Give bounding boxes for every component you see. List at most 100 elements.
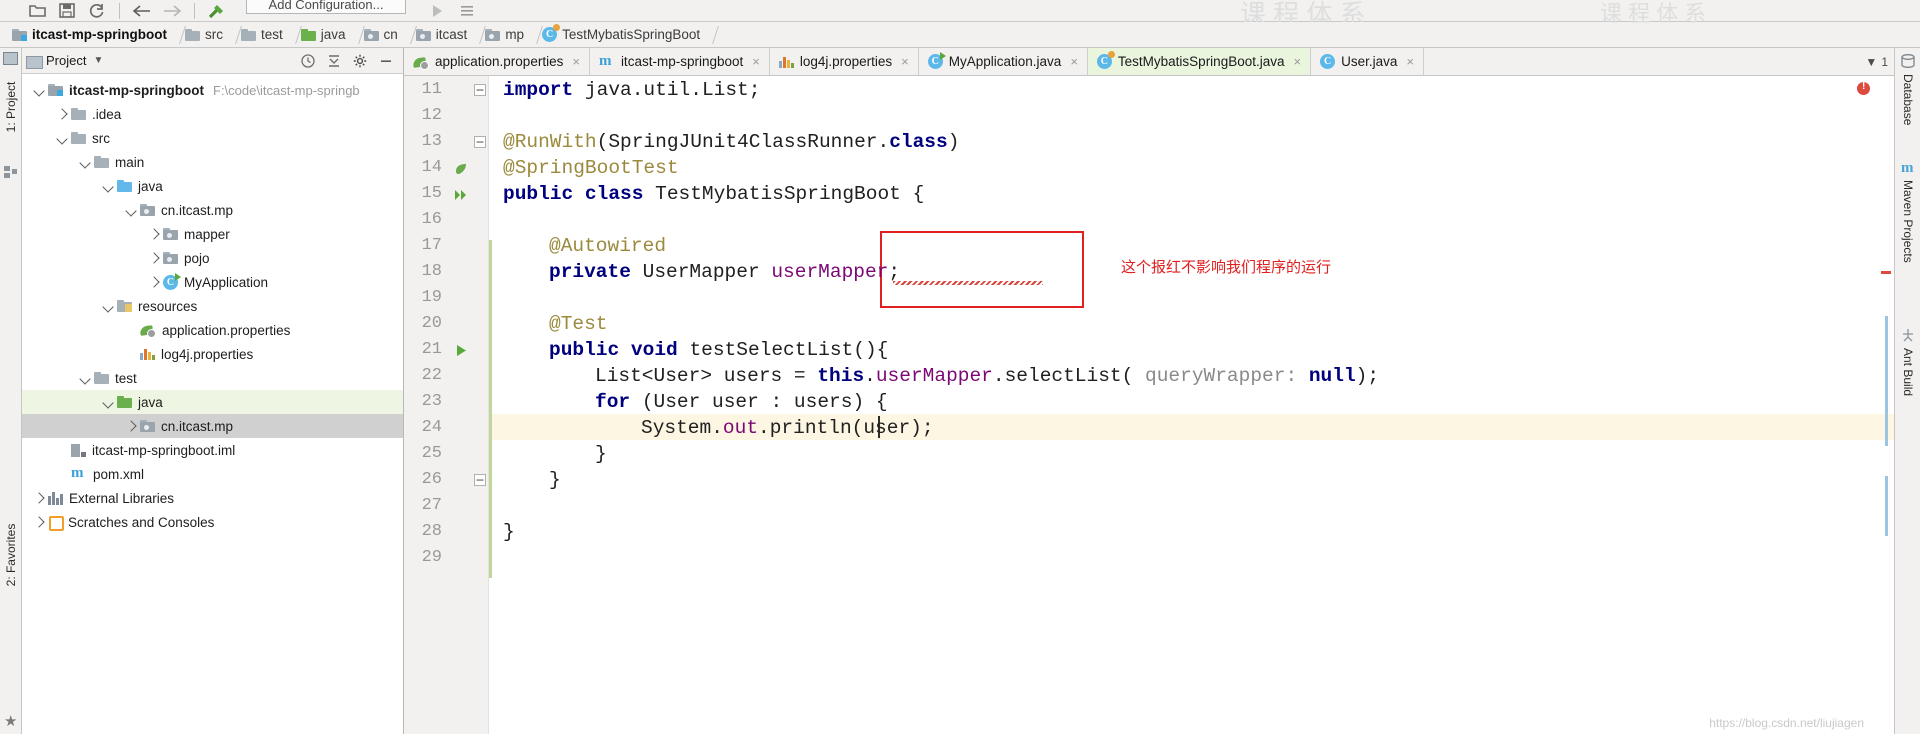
sidebar-item-ant-build[interactable]: Ant Build [1901,348,1915,396]
sidebar-item-favorites[interactable]: 2: Favorites [4,520,18,590]
tree-row-java[interactable]: java [22,174,403,198]
sync-icon[interactable] [82,1,112,21]
code-content[interactable]: 这个报红不影响我们程序的运行 https://blog.csdn.net/liu… [489,76,1894,734]
tab-overflow-icon[interactable]: ▼ [1865,55,1877,69]
code-line: @Test [549,313,608,335]
collapse-history-icon[interactable] [295,49,321,73]
breadcrumb-item-mp[interactable]: mp [483,22,528,48]
close-icon[interactable]: × [1406,54,1414,69]
tree-row-itcast-mp-springboot[interactable]: itcast-mp-springboot F:\code\itcast-mp-sp… [22,78,403,102]
editor-gutter[interactable]: 11 12 13 14 15 16 17 18 19 20 21 22 23 24 25 26 27 28 29 [404,76,489,734]
breadcrumb-item-src[interactable]: src [183,22,227,48]
editor-tab-myapplication-java[interactable]: C MyApplication.java × [918,48,1088,75]
tree-row-itcast-mp-springboot-iml[interactable]: itcast-mp-springboot.iml [22,438,403,462]
chevron-down-icon[interactable] [76,366,94,390]
structure-icon[interactable] [4,166,17,182]
breadcrumb-item-java[interactable]: java [299,22,350,48]
tree-row-scratches-and-consoles[interactable]: Scratches and Consoles [22,510,403,534]
folder-icon [94,372,109,384]
back-arrow-icon[interactable] [127,1,157,21]
star-icon[interactable]: ★ [4,712,17,730]
tree-row-pojo[interactable]: pojo [22,246,403,270]
breadcrumb-item-cn[interactable]: cn [362,22,402,48]
tree-row-log4j-properties[interactable]: log4j.properties [22,342,403,366]
sidebar-item-database[interactable]: Database [1901,74,1915,125]
chevron-down-icon[interactable] [99,174,117,198]
chevron-right-icon[interactable] [30,486,48,510]
tree-row--idea[interactable]: .idea [22,102,403,126]
chevron-right-icon[interactable] [145,246,163,270]
tree-row-myapplication[interactable]: C MyApplication [22,270,403,294]
breadcrumb-item-itcast[interactable]: itcast [414,22,472,48]
spring-leaf-icon[interactable] [450,162,472,179]
open-folder-icon[interactable] [22,1,52,21]
error-indicator-icon[interactable] [1857,81,1870,95]
breadcrumb-item-test[interactable]: test [239,22,287,48]
project-panel: Project ▼ itcast-mp-springboot F:\code\it… [22,48,404,734]
chevron-down-icon[interactable] [122,198,140,222]
close-icon[interactable]: × [752,54,760,69]
run-all-tests-icon[interactable] [450,188,472,205]
editor-tab-log4j-properties[interactable]: log4j.properties × [769,48,919,75]
fold-collapse-icon[interactable] [472,474,488,490]
editor-tab-itcast-mp-springboot[interactable]: m itcast-mp-springboot × [589,48,770,75]
ant-build-tool-icon[interactable] [1901,328,1915,345]
code-token: List<User> users = [595,365,818,387]
more-options-icon[interactable] [452,1,482,21]
editor-tab-overflow[interactable]: ▼ 1 [1424,48,1894,75]
tree-row-cn-itcast-mp[interactable]: cn.itcast.mp [22,414,403,438]
tree-row-pom-xml[interactable]: m pom.xml [22,462,403,486]
settings-gear-icon[interactable] [347,49,373,73]
code-line: List<User> users = this.userMapper.selec… [595,365,1379,387]
tree-row-java[interactable]: java [22,390,403,414]
breadcrumb-item-class[interactable]: C TestMybatisSpringBoot [540,22,704,48]
chevron-right-icon[interactable] [53,102,71,126]
breadcrumb-item-project[interactable]: itcast-mp-springboot [10,22,171,48]
tree-row-src[interactable]: src [22,126,403,150]
chevron-right-icon[interactable] [145,222,163,246]
chevron-down-icon[interactable] [76,150,94,174]
line-number: 19 [421,288,442,307]
tree-row-resources[interactable]: resources [22,294,403,318]
build-hammer-icon[interactable] [202,1,232,21]
editor-tab-user-java[interactable]: C User.java × [1311,48,1424,75]
database-tool-icon[interactable] [1901,54,1915,71]
save-icon[interactable] [52,1,82,21]
chevron-down-icon[interactable] [99,294,117,318]
code-token: } [549,469,561,491]
fold-collapse-icon[interactable] [472,136,488,152]
chevron-right-icon[interactable] [30,510,48,534]
close-icon[interactable]: × [901,54,909,69]
chevron-down-icon[interactable] [99,390,117,414]
editor-tab-application-properties[interactable]: application.properties × [404,48,590,75]
close-icon[interactable]: × [1294,54,1302,69]
chevron-right-icon[interactable] [145,270,163,294]
external-libraries-icon [48,491,63,505]
run-test-icon[interactable] [450,344,472,360]
tab-overflow-count: 1 [1881,54,1888,69]
tree-row-test[interactable]: test [22,366,403,390]
maven-tool-icon[interactable]: m [1901,160,1914,177]
close-icon[interactable]: × [1070,54,1078,69]
tree-row-external-libraries[interactable]: External Libraries [22,486,403,510]
fold-collapse-icon[interactable] [472,84,488,100]
tree-row-main[interactable]: main [22,150,403,174]
sidebar-item-project[interactable]: 1: Project [4,72,18,142]
chevron-down-icon[interactable]: ▼ [93,55,103,66]
tree-row-mapper[interactable]: mapper [22,222,403,246]
tree-row-application-properties[interactable]: application.properties [22,318,403,342]
tree-row-cn-itcast-mp[interactable]: cn.itcast.mp [22,198,403,222]
run-play-icon[interactable] [422,1,452,21]
collapse-all-icon[interactable] [321,49,347,73]
editor-tab-testmybatisspringboot-java[interactable]: C TestMybatisSpringBoot.java × [1087,48,1312,75]
chevron-down-icon[interactable] [30,78,48,102]
hide-minus-icon[interactable] [373,49,399,73]
project-tool-icon[interactable] [3,52,19,66]
close-icon[interactable]: × [572,54,580,69]
run-configuration-selector[interactable]: Add Configuration... [246,0,406,14]
chevron-down-icon[interactable] [53,126,71,150]
sidebar-item-maven-projects[interactable]: Maven Projects [1901,180,1915,263]
code-line: public void testSelectList(){ [549,339,888,361]
chevron-right-icon[interactable] [122,414,140,438]
forward-arrow-icon[interactable] [157,1,187,21]
